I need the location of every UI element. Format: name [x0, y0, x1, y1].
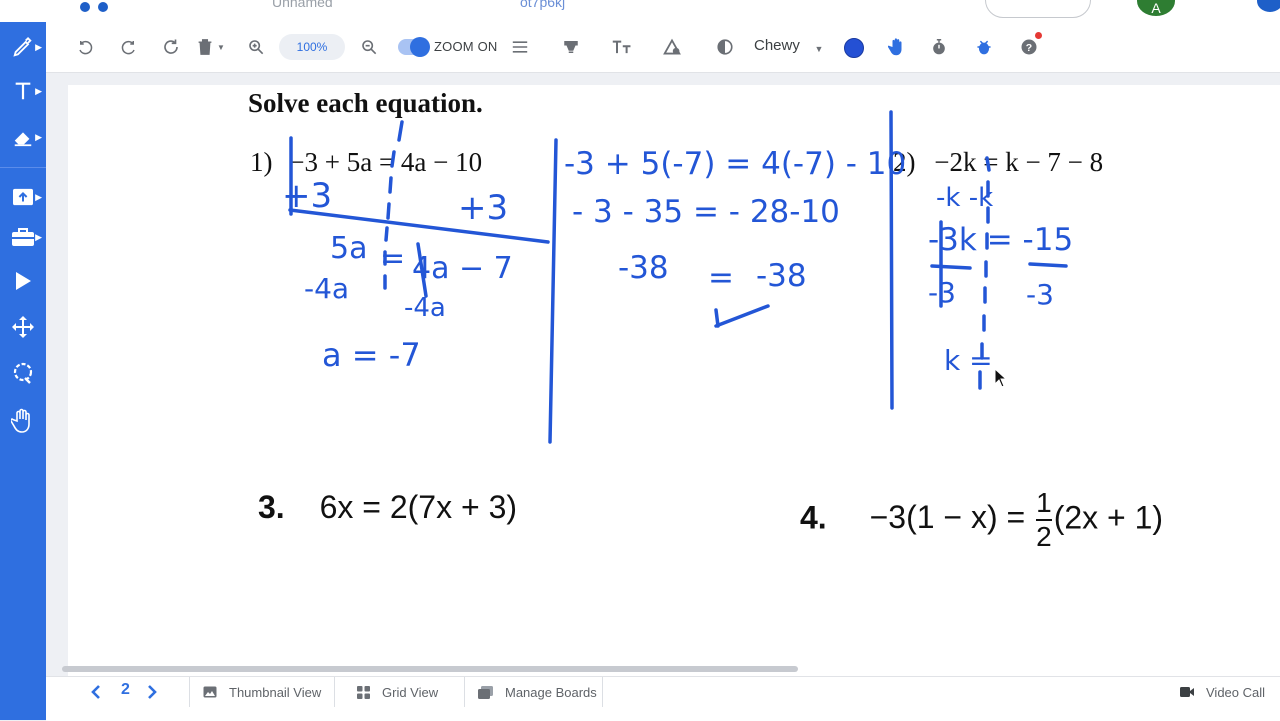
horizontal-scrollbar[interactable]	[62, 666, 798, 672]
toggle-knob	[410, 37, 430, 57]
problem-3: 3. 6x = 2(7x + 3)	[258, 489, 517, 526]
shape-tool-icon[interactable]	[659, 34, 685, 60]
problem-1: 1) −3 + 5a = 4a − 10	[250, 147, 482, 178]
bottom-bar: 2 Thumbnail View Grid View Manage Boards…	[46, 676, 1280, 721]
undo-icon[interactable]	[74, 34, 98, 60]
refresh-icon[interactable]	[159, 34, 183, 60]
fraction-denominator: 2	[1036, 521, 1052, 552]
text-icon[interactable]: ▶	[6, 74, 42, 108]
zoom-level[interactable]: 100%	[279, 34, 345, 60]
problem-1-equation: −3 + 5a = 4a − 10	[289, 147, 483, 177]
boards-icon	[478, 685, 493, 699]
video-camera-icon	[1180, 687, 1194, 697]
bug-icon[interactable]	[971, 34, 997, 60]
problem-1-number: 1)	[250, 147, 273, 177]
board-code[interactable]: ot7p6kj	[520, 0, 565, 10]
grid-view-label: Grid View	[382, 684, 439, 700]
divider	[334, 677, 335, 707]
profile-menu-icon[interactable]	[1257, 0, 1280, 12]
page-number: 2	[121, 681, 130, 698]
divider	[189, 677, 190, 707]
app-header-strip: Unnamed ot7p6kj A	[0, 0, 1280, 22]
divider	[602, 677, 603, 707]
manage-boards-label: Manage Boards	[505, 684, 597, 700]
problem-4-number: 4.	[800, 499, 827, 536]
pencil-icon[interactable]: ▶	[6, 30, 42, 64]
grid-view-button[interactable]: Grid View	[357, 677, 438, 707]
notification-dot	[1035, 32, 1042, 39]
problem-2: 2) −2k = k − 7 − 8	[893, 147, 1103, 178]
eraser-icon[interactable]: ▶	[6, 120, 42, 154]
next-page-button[interactable]	[146, 677, 158, 707]
problem-4-right: (2x + 1)	[1053, 499, 1164, 536]
zoom-out-icon[interactable]	[357, 34, 381, 60]
manage-boards-button[interactable]: Manage Boards	[478, 677, 597, 707]
problem-2-equation: −2k = k − 7 − 8	[934, 147, 1104, 177]
pointer-icon[interactable]	[6, 264, 40, 298]
top-toolbar: ▼ 100% ZOOM ON Chewy ▼ ?	[46, 22, 1280, 73]
divider	[464, 677, 465, 707]
font-chevron-down-icon[interactable]: ▼	[812, 36, 826, 62]
move-icon[interactable]	[6, 310, 40, 344]
problem-3-equation: 6x = 2(7x + 3)	[319, 489, 518, 525]
sidebar-divider	[0, 167, 46, 168]
board-title[interactable]: Unnamed	[272, 0, 333, 10]
chevron-down-icon[interactable]: ▼	[217, 43, 225, 52]
contrast-icon[interactable]	[712, 34, 738, 60]
video-call-button[interactable]: Video Call	[1180, 677, 1265, 707]
problem-2-number: 2)	[893, 147, 916, 177]
pen-color-swatch[interactable]	[844, 38, 864, 58]
video-call-label: Video Call	[1206, 684, 1266, 700]
lasso-icon[interactable]	[6, 356, 40, 390]
text-size-icon[interactable]	[609, 34, 635, 60]
logo-dot	[80, 2, 90, 12]
tool-sidebar: ▶ ▶ ▶ ▶ ▶	[0, 22, 46, 720]
share-button[interactable]	[985, 0, 1091, 18]
grid-icon	[357, 685, 370, 699]
upload-icon[interactable]: ▶	[6, 180, 42, 214]
svg-text:?: ?	[1026, 42, 1032, 54]
highlighter-icon[interactable]	[558, 34, 584, 60]
mouse-cursor-icon	[994, 368, 1008, 388]
problem-4-left: −3(1 − x) =	[869, 499, 1026, 536]
image-icon	[203, 686, 217, 698]
problem-3-number: 3.	[258, 489, 285, 525]
toolbox-icon[interactable]: ▶	[6, 220, 42, 254]
zoom-toggle-label: ZOOM ON	[434, 39, 498, 54]
fraction-numerator: 1	[1036, 487, 1052, 518]
thumbnail-view-label: Thumbnail View	[229, 684, 322, 700]
problem-4-fraction: 1 2	[1036, 489, 1052, 551]
timer-icon[interactable]	[926, 34, 952, 60]
text-align-icon[interactable]	[508, 34, 532, 60]
font-selector[interactable]: Chewy	[754, 37, 800, 54]
hand-icon[interactable]	[6, 404, 40, 438]
zoom-in-icon[interactable]	[244, 34, 268, 60]
zoom-toggle[interactable]	[398, 37, 430, 57]
delete-icon[interactable]: ▼	[194, 34, 228, 60]
avatar[interactable]: A	[1137, 0, 1175, 16]
raise-hand-icon[interactable]	[884, 34, 910, 60]
logo-dot	[98, 2, 108, 12]
problem-4: 4. −3(1 − x) = 1 2 (2x + 1)	[800, 489, 1163, 551]
thumbnail-view-button[interactable]: Thumbnail View	[203, 677, 321, 707]
worksheet-title: Solve each equation.	[248, 88, 483, 118]
prev-page-button[interactable]	[90, 677, 102, 707]
redo-icon[interactable]	[116, 34, 140, 60]
